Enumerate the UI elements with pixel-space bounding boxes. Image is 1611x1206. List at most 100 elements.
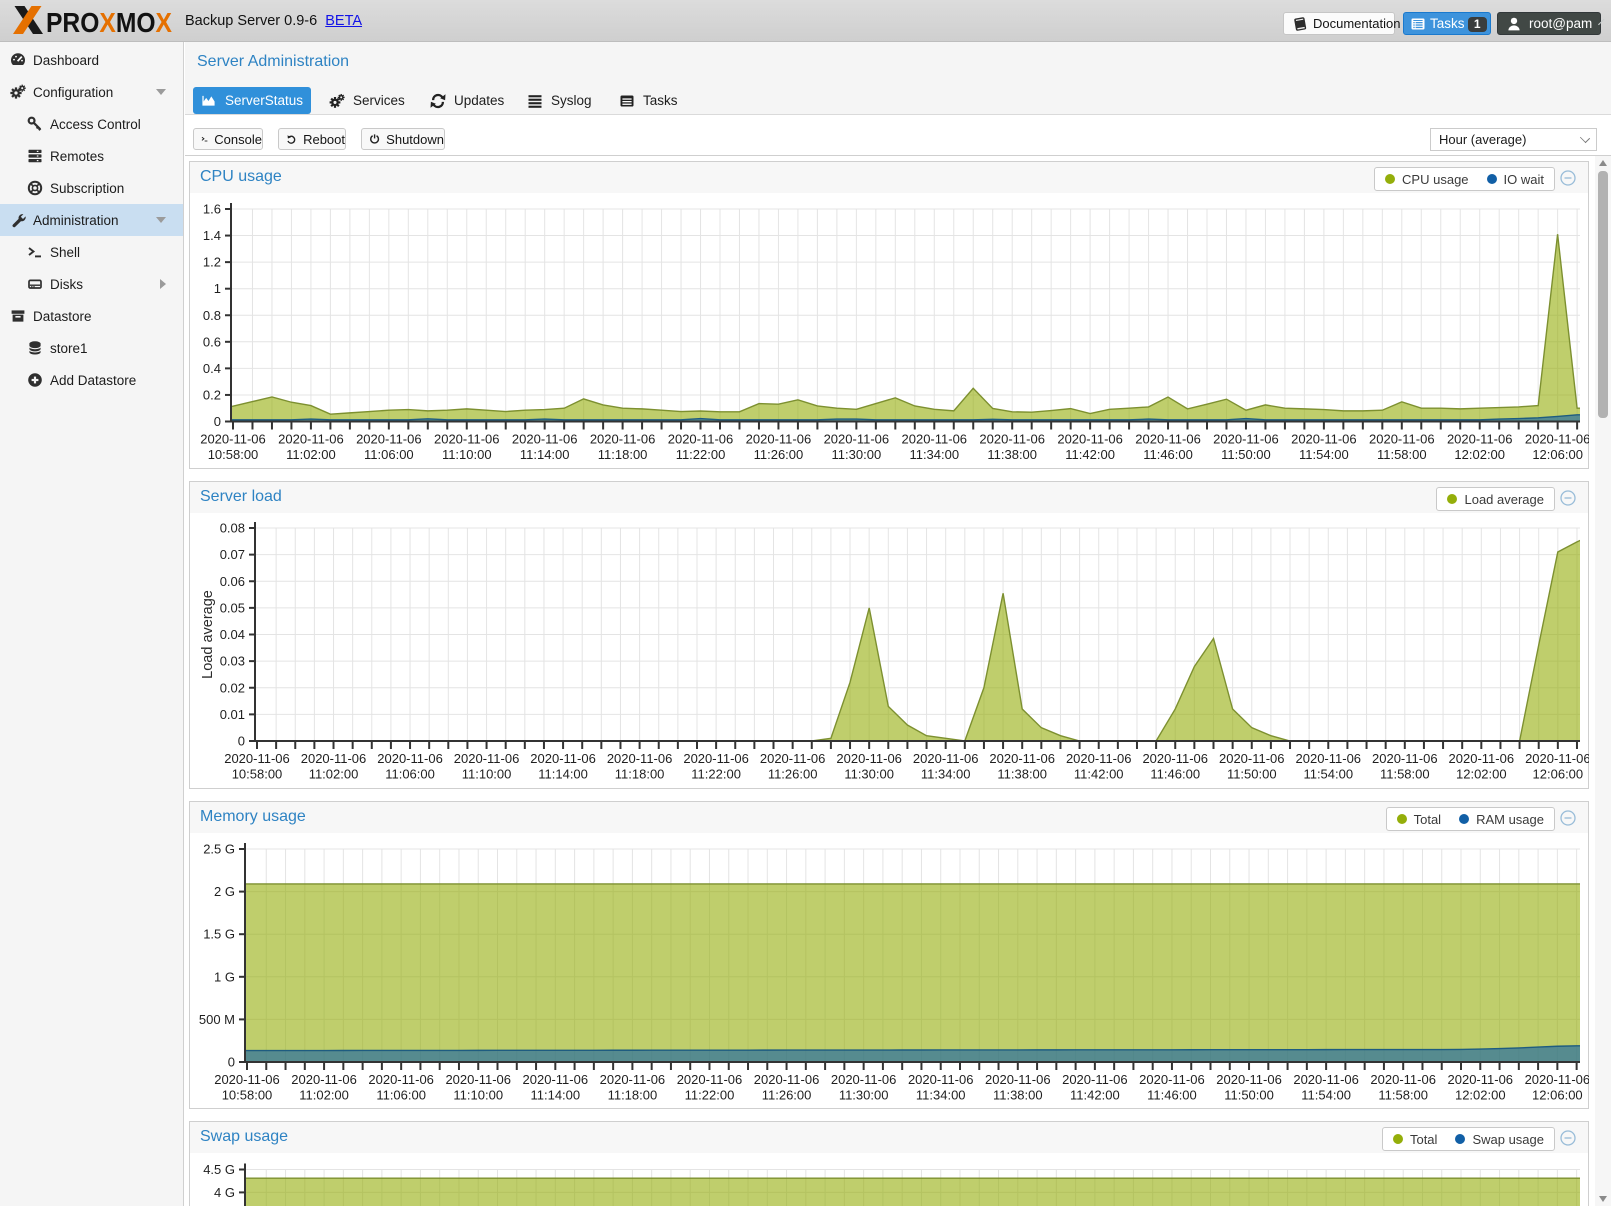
svg-text:2020-11-06: 2020-11-06: [523, 1072, 589, 1087]
svg-text:11:42:00: 11:42:00: [1065, 447, 1115, 462]
svg-text:2020-11-06: 2020-11-06: [1525, 1072, 1589, 1087]
svg-text:11:38:00: 11:38:00: [997, 767, 1047, 782]
svg-text:11:58:00: 11:58:00: [1378, 1088, 1428, 1103]
svg-text:11:34:00: 11:34:00: [909, 447, 959, 462]
svg-text:2020-11-06: 2020-11-06: [1296, 751, 1362, 766]
svg-text:2020-11-06: 2020-11-06: [908, 1072, 974, 1087]
svg-text:2.5 G: 2.5 G: [203, 842, 235, 857]
svg-text:11:22:00: 11:22:00: [676, 447, 726, 462]
svg-text:11:26:00: 11:26:00: [768, 767, 818, 782]
svg-text:11:14:00: 11:14:00: [530, 1088, 580, 1103]
svg-text:11:30:00: 11:30:00: [832, 447, 882, 462]
svg-text:11:18:00: 11:18:00: [615, 767, 665, 782]
svg-text:1.2: 1.2: [203, 255, 221, 270]
svg-text:2020-11-06: 2020-11-06: [1293, 1072, 1359, 1087]
svg-text:2020-11-06: 2020-11-06: [989, 751, 1055, 766]
svg-text:11:22:00: 11:22:00: [685, 1088, 735, 1103]
svg-text:2020-11-06: 2020-11-06: [1291, 432, 1357, 447]
svg-text:500 M: 500 M: [199, 1012, 235, 1027]
svg-text:11:06:00: 11:06:00: [376, 1088, 426, 1103]
svg-text:11:26:00: 11:26:00: [754, 447, 804, 462]
svg-text:11:14:00: 11:14:00: [538, 767, 588, 782]
svg-text:2020-11-06: 2020-11-06: [760, 751, 826, 766]
svg-text:11:10:00: 11:10:00: [442, 447, 492, 462]
svg-text:11:50:00: 11:50:00: [1227, 767, 1277, 782]
svg-text:11:54:00: 11:54:00: [1301, 1088, 1351, 1103]
svg-text:0.06: 0.06: [220, 574, 245, 589]
svg-text:2020-11-06: 2020-11-06: [1370, 1072, 1436, 1087]
svg-text:2020-11-06: 2020-11-06: [913, 751, 979, 766]
svg-text:1 G: 1 G: [214, 969, 235, 984]
svg-text:1.5 G: 1.5 G: [203, 927, 235, 942]
svg-text:2020-11-06: 2020-11-06: [590, 432, 656, 447]
svg-text:11:22:00: 11:22:00: [691, 767, 741, 782]
svg-text:12:06:00: 12:06:00: [1532, 1088, 1583, 1103]
svg-text:11:58:00: 11:58:00: [1380, 767, 1430, 782]
svg-text:2020-11-06: 2020-11-06: [1139, 1072, 1205, 1087]
svg-text:2020-11-06: 2020-11-06: [445, 1072, 511, 1087]
svg-text:2020-11-06: 2020-11-06: [1219, 751, 1285, 766]
svg-text:11:46:00: 11:46:00: [1150, 767, 1200, 782]
svg-text:2020-11-06: 2020-11-06: [902, 432, 968, 447]
svg-text:2020-11-06: 2020-11-06: [224, 751, 290, 766]
svg-text:2020-11-06: 2020-11-06: [214, 1072, 280, 1087]
svg-text:0.2: 0.2: [203, 387, 221, 402]
svg-text:0.02: 0.02: [220, 680, 245, 695]
svg-text:10:58:00: 10:58:00: [222, 1088, 273, 1103]
svg-text:12:02:00: 12:02:00: [1454, 447, 1505, 462]
svg-text:11:42:00: 11:42:00: [1074, 767, 1124, 782]
svg-text:2020-11-06: 2020-11-06: [746, 432, 812, 447]
svg-text:11:54:00: 11:54:00: [1299, 447, 1349, 462]
svg-text:2020-11-06: 2020-11-06: [1135, 432, 1201, 447]
svg-text:2020-11-06: 2020-11-06: [278, 432, 344, 447]
svg-text:2020-11-06: 2020-11-06: [1213, 432, 1279, 447]
svg-text:0.03: 0.03: [220, 654, 245, 669]
svg-text:2020-11-06: 2020-11-06: [530, 751, 596, 766]
svg-text:0.6: 0.6: [203, 334, 221, 349]
svg-text:11:06:00: 11:06:00: [385, 767, 435, 782]
svg-text:12:02:00: 12:02:00: [1456, 767, 1507, 782]
svg-text:2020-11-06: 2020-11-06: [1142, 751, 1208, 766]
svg-text:11:54:00: 11:54:00: [1303, 767, 1353, 782]
svg-text:0.4: 0.4: [203, 361, 221, 376]
svg-text:11:58:00: 11:58:00: [1377, 447, 1427, 462]
svg-text:2020-11-06: 2020-11-06: [985, 1072, 1051, 1087]
svg-text:0: 0: [228, 1055, 235, 1070]
svg-text:11:10:00: 11:10:00: [453, 1088, 503, 1103]
svg-text:2020-11-06: 2020-11-06: [1372, 751, 1438, 766]
svg-text:2020-11-06: 2020-11-06: [683, 751, 749, 766]
svg-text:2020-11-06: 2020-11-06: [668, 432, 734, 447]
svg-text:2020-11-06: 2020-11-06: [677, 1072, 743, 1087]
svg-text:2020-11-06: 2020-11-06: [607, 751, 673, 766]
svg-text:2020-11-06: 2020-11-06: [824, 432, 890, 447]
svg-text:2020-11-06: 2020-11-06: [368, 1072, 434, 1087]
svg-text:11:06:00: 11:06:00: [364, 447, 414, 462]
svg-text:11:02:00: 11:02:00: [299, 1088, 349, 1103]
svg-text:11:02:00: 11:02:00: [309, 767, 359, 782]
svg-text:12:06:00: 12:06:00: [1533, 767, 1584, 782]
svg-text:2020-11-06: 2020-11-06: [1216, 1072, 1282, 1087]
svg-text:11:34:00: 11:34:00: [921, 767, 971, 782]
svg-text:0.08: 0.08: [220, 521, 245, 536]
svg-text:2020-11-06: 2020-11-06: [512, 432, 578, 447]
svg-text:1.4: 1.4: [203, 228, 221, 243]
svg-text:2020-11-06: 2020-11-06: [377, 751, 443, 766]
svg-text:2020-11-06: 2020-11-06: [1448, 1072, 1514, 1087]
svg-text:10:58:00: 10:58:00: [208, 447, 259, 462]
svg-text:2020-11-06: 2020-11-06: [1369, 432, 1435, 447]
svg-text:11:14:00: 11:14:00: [520, 447, 570, 462]
svg-text:2020-11-06: 2020-11-06: [1525, 432, 1589, 447]
svg-text:2020-11-06: 2020-11-06: [291, 1072, 357, 1087]
svg-text:11:46:00: 11:46:00: [1147, 1088, 1197, 1103]
svg-text:2020-11-06: 2020-11-06: [434, 432, 500, 447]
svg-text:11:50:00: 11:50:00: [1221, 447, 1271, 462]
svg-text:0.8: 0.8: [203, 308, 221, 323]
svg-text:2020-11-06: 2020-11-06: [200, 432, 266, 447]
svg-text:2020-11-06: 2020-11-06: [454, 751, 520, 766]
svg-text:2020-11-06: 2020-11-06: [979, 432, 1045, 447]
svg-text:11:18:00: 11:18:00: [598, 447, 648, 462]
svg-text:1: 1: [214, 281, 221, 296]
svg-text:2020-11-06: 2020-11-06: [1449, 751, 1515, 766]
svg-text:11:38:00: 11:38:00: [987, 447, 1037, 462]
svg-text:0: 0: [238, 734, 245, 749]
